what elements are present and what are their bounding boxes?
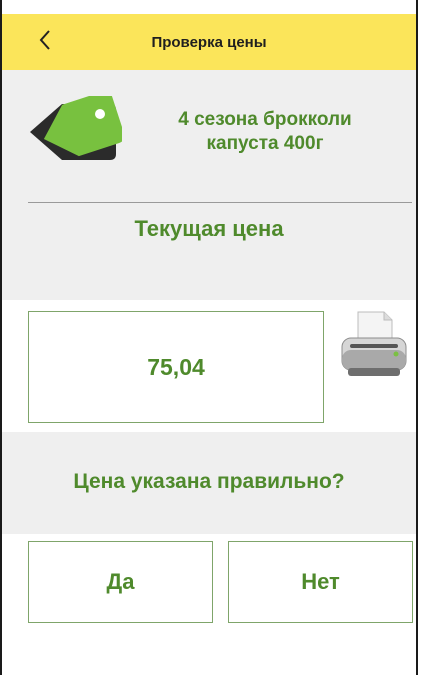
back-button[interactable]	[30, 22, 60, 58]
page-title: Проверка цены	[151, 33, 267, 51]
confirm-question: Цена указана правильно?	[73, 470, 345, 493]
app-header: Проверка цены	[2, 14, 416, 70]
price-tag-icon	[30, 96, 122, 160]
divider	[28, 202, 412, 203]
printer-icon[interactable]	[336, 308, 412, 384]
no-button[interactable]: Нет	[228, 541, 413, 623]
price-value: 75,04	[147, 353, 205, 380]
chevron-left-icon	[39, 30, 50, 50]
price-field[interactable]: 75,04	[28, 311, 324, 423]
yes-button[interactable]: Да	[28, 541, 213, 623]
current-price-label: Текущая цена	[134, 216, 284, 241]
product-name-line2: капуста 400г	[206, 133, 324, 154]
product-name: 4 сезона брокколи капуста 400г	[140, 108, 390, 156]
product-name-line1: 4 сезона брокколи	[178, 109, 352, 130]
